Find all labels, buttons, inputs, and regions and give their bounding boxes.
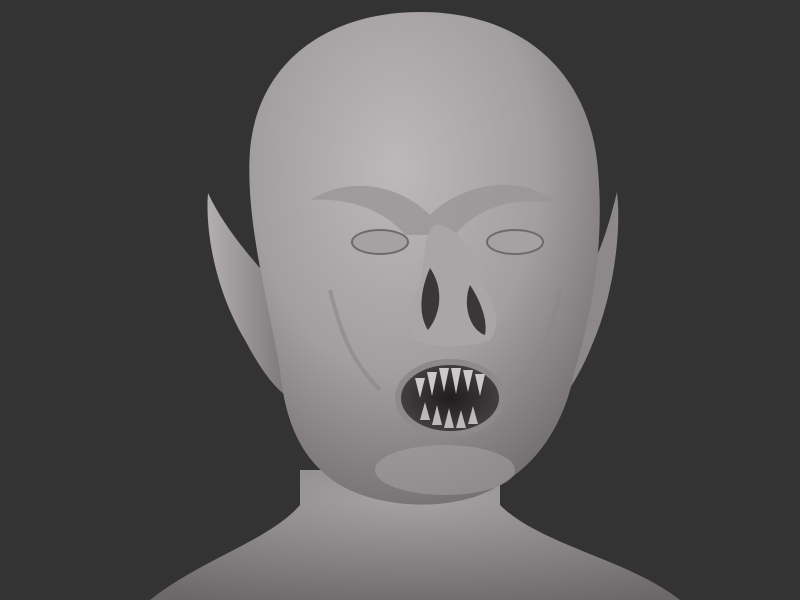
chin [375,445,515,495]
viewport-canvas [0,0,800,600]
sculpt-render [150,12,680,600]
left-eye [351,229,409,255]
right-eye [486,229,544,255]
